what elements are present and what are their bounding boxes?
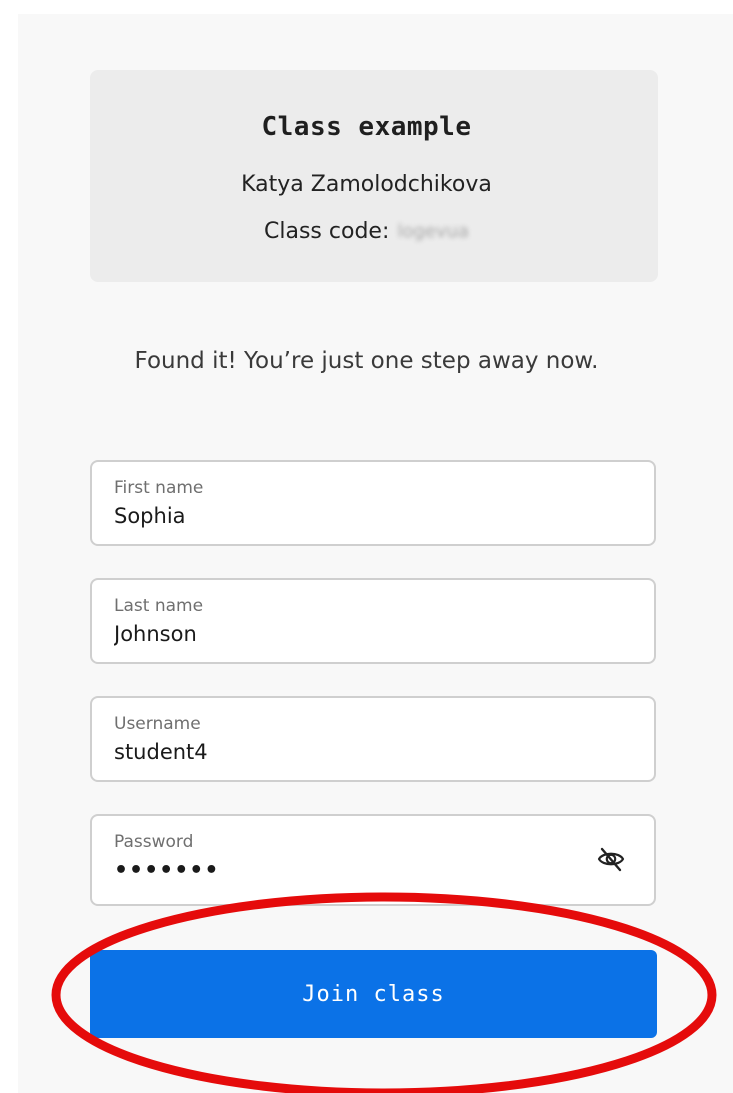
password-field[interactable]: Password ••••••• [90,814,656,906]
first-name-field[interactable]: First name [90,460,656,546]
last-name-field[interactable]: Last name [90,578,656,664]
password-input[interactable]: ••••••• [114,858,219,883]
found-message: Found it! You’re just one step away now. [134,348,599,374]
last-name-input[interactable] [114,622,554,646]
last-name-label: Last name [114,596,204,616]
username-input[interactable] [114,740,554,764]
join-class-button[interactable]: Join class [90,950,657,1038]
class-title: Class example [261,112,472,142]
password-label: Password [114,832,194,852]
username-field[interactable]: Username [90,696,656,782]
eye-slash-svg [597,847,625,872]
eye-slash-icon[interactable] [596,844,626,874]
first-name-input[interactable] [114,504,554,528]
username-label: Username [114,714,201,734]
class-code-value: logevua [397,221,469,242]
teacher-name: Katya Zamolodchikova [241,172,492,197]
class-code-label: Class code: [264,219,390,244]
first-name-label: First name [114,478,204,498]
class-code: Class code: logevua [0,219,733,244]
